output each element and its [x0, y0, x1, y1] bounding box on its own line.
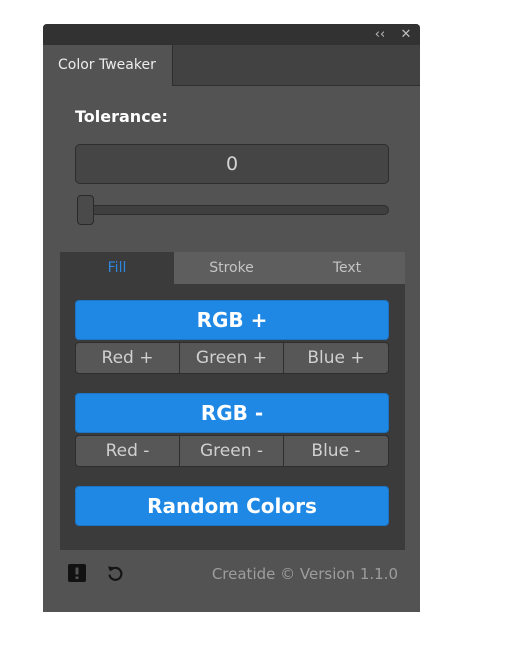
tab-text[interactable]: Text: [289, 252, 405, 284]
undo-icon[interactable]: [106, 564, 124, 586]
tolerance-input[interactable]: 0: [75, 144, 389, 184]
close-icon[interactable]: ✕: [395, 24, 417, 45]
tolerance-slider-thumb[interactable]: [77, 195, 94, 225]
blue-plus-button[interactable]: Blue +: [283, 342, 389, 374]
exclamation-square-icon[interactable]: [68, 564, 86, 586]
random-colors-button[interactable]: Random Colors: [75, 486, 389, 526]
rgb-plus-row: Red + Green + Blue +: [75, 342, 389, 374]
color-tweaker-panel: ‹‹ ✕ Color Tweaker Tolerance: 0 Fill Str…: [43, 24, 420, 612]
tab-content-area: Fill Stroke Text RGB + Red + Green + Blu…: [60, 252, 405, 550]
panel-titlebar: ‹‹ ✕: [43, 24, 420, 45]
blue-minus-button[interactable]: Blue -: [283, 435, 389, 467]
tab-fill[interactable]: Fill: [60, 252, 174, 284]
red-minus-button[interactable]: Red -: [75, 435, 180, 467]
tab-divider: [172, 45, 173, 85]
rgb-minus-button[interactable]: RGB -: [75, 393, 389, 433]
tab-stroke[interactable]: Stroke: [174, 252, 289, 284]
green-minus-button[interactable]: Green -: [179, 435, 284, 467]
tolerance-slider-track[interactable]: [77, 205, 389, 215]
version-text: Creatide © Version 1.1.0: [211, 565, 398, 583]
red-plus-button[interactable]: Red +: [75, 342, 180, 374]
tab-header: Fill Stroke Text: [60, 252, 405, 284]
panel-tab-strip: Color Tweaker: [43, 45, 420, 86]
green-plus-button[interactable]: Green +: [179, 342, 284, 374]
tolerance-label: Tolerance:: [75, 107, 168, 126]
collapse-icon[interactable]: ‹‹: [369, 24, 391, 45]
rgb-minus-row: Red - Green - Blue -: [75, 435, 389, 467]
panel-tab-color-tweaker[interactable]: Color Tweaker: [43, 45, 172, 86]
rgb-plus-button[interactable]: RGB +: [75, 300, 389, 340]
